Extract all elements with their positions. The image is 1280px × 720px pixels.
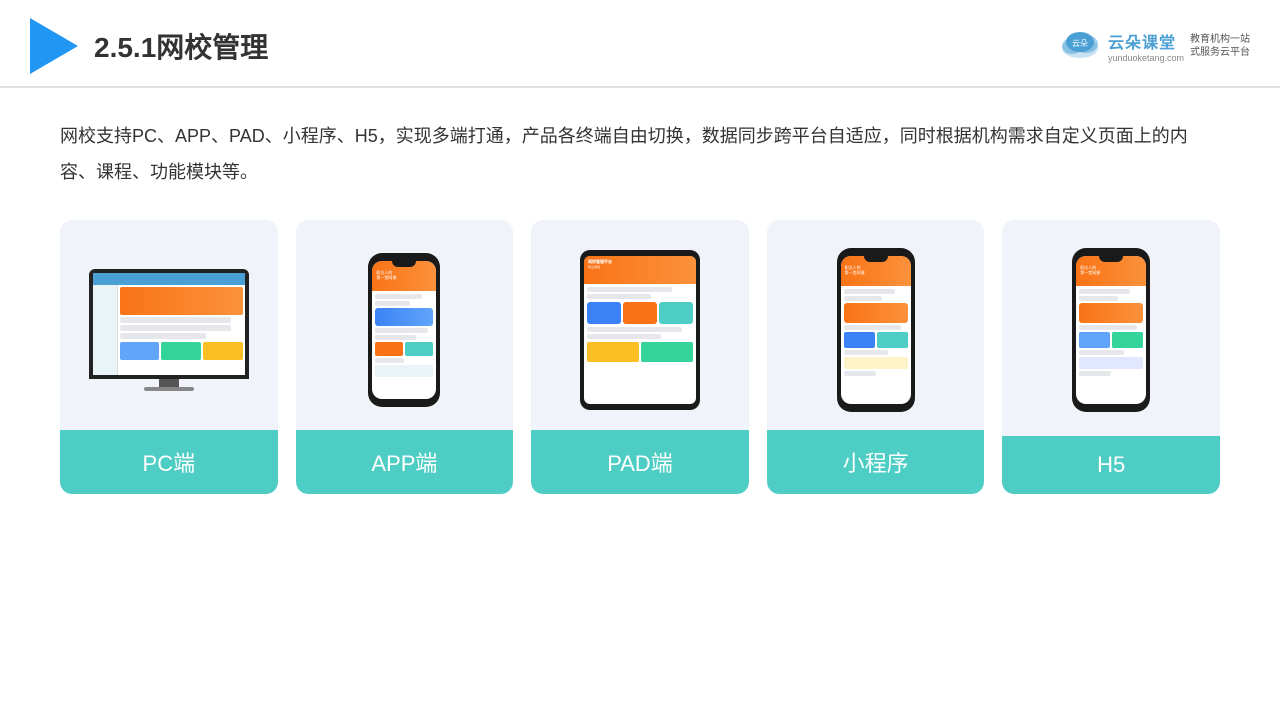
miniapp-phone-device: 职达人的第一堂网课 — [837, 248, 915, 412]
card-app: 职达人的第一堂网课 — [296, 220, 514, 494]
h5-screen-text: 职达人的第一堂网课 — [1080, 266, 1100, 276]
card-h5: 职达人的第一堂网课 — [1002, 220, 1220, 494]
main-content: 网校支持PC、APP、PAD、小程序、H5，实现多端打通，产品各终端自由切换，数… — [0, 88, 1280, 514]
tablet-screen-top: 网校管理平台 精品课程 — [584, 256, 696, 284]
h5-phone-content — [1076, 286, 1146, 381]
card-label-pc: PC端 — [60, 430, 278, 494]
h5-phone-screen: 职达人的第一堂网课 — [1076, 256, 1146, 404]
tablet-screen: 网校管理平台 精品课程 — [584, 256, 696, 404]
pc-screen-outer — [89, 269, 249, 379]
pc-content-area — [93, 285, 245, 375]
card-pad: 网校管理平台 精品课程 — [531, 220, 749, 494]
pad-device-container: 网校管理平台 精品课程 — [541, 240, 739, 420]
header-right: 云朵 云朵课堂 yunduoketang.com 教育机构一站式服务云平台 — [1058, 28, 1250, 64]
brand-name: 云朵课堂 — [1108, 29, 1176, 53]
app-phone-device: 职达人的第一堂网课 — [368, 253, 440, 407]
pc-top-bar — [93, 273, 245, 285]
pc-row-1 — [120, 317, 231, 323]
cards-row: PC端 职达人的第一堂网课 — [60, 220, 1220, 494]
pc-main-content — [118, 285, 245, 375]
tablet-device: 网校管理平台 精品课程 — [580, 250, 700, 410]
app-phone-content — [372, 291, 436, 380]
card-label-h5: H5 — [1002, 436, 1220, 494]
miniapp-phone-notch — [864, 256, 888, 262]
miniapp-device-container: 职达人的第一堂网课 — [777, 240, 975, 420]
miniapp-phone-content — [841, 286, 911, 381]
logo-icon — [30, 18, 78, 74]
page-title: 2.5.1网校管理 — [94, 26, 268, 66]
h5-phone-device: 职达人的第一堂网课 — [1072, 248, 1150, 412]
card-label-app: APP端 — [296, 430, 514, 494]
pc-row-3 — [120, 333, 206, 339]
tablet-grid — [587, 302, 693, 324]
tablet-content — [584, 284, 696, 365]
app-device-container: 职达人的第一堂网课 — [306, 240, 504, 420]
description-text: 网校支持PC、APP、PAD、小程序、H5，实现多端打通，产品各终端自由切换，数… — [60, 118, 1220, 190]
svg-text:云朵: 云朵 — [1072, 39, 1088, 48]
brand-text: 云朵课堂 yunduoketang.com — [1108, 29, 1184, 63]
pc-screen-content — [93, 273, 245, 375]
pc-row-2 — [120, 325, 231, 331]
header-left: 2.5.1网校管理 — [30, 18, 268, 74]
brand-logo: 云朵 云朵课堂 yunduoketang.com 教育机构一站式服务云平台 — [1058, 28, 1250, 64]
card-miniapp: 职达人的第一堂网课 — [767, 220, 985, 494]
brand-url: yunduoketang.com — [1108, 53, 1184, 63]
app-phone-screen: 职达人的第一堂网课 — [372, 261, 436, 399]
pc-neck — [159, 379, 179, 387]
pc-device-container — [70, 240, 268, 420]
card-pc: PC端 — [60, 220, 278, 494]
card-label-miniapp: 小程序 — [767, 430, 985, 494]
miniapp-phone-screen: 职达人的第一堂网课 — [841, 256, 911, 404]
pc-device — [89, 269, 249, 391]
miniapp-screen-text: 职达人的第一堂网课 — [845, 266, 865, 276]
h5-phone-notch — [1099, 256, 1123, 262]
brand-slogan: 教育机构一站式服务云平台 — [1190, 33, 1250, 59]
cloud-logo-icon: 云朵 — [1058, 28, 1102, 64]
pc-stand — [144, 387, 194, 391]
card-label-pad: PAD端 — [531, 430, 749, 494]
header: 2.5.1网校管理 云朵 云朵课堂 yunduoketang.com 教育机构一… — [0, 0, 1280, 88]
pc-banner — [120, 287, 243, 315]
h5-device-container: 职达人的第一堂网课 — [1012, 240, 1210, 420]
app-screen-text: 职达人的第一堂网课 — [376, 271, 396, 281]
app-phone-card — [375, 308, 433, 326]
pc-sidebar — [93, 285, 118, 375]
phone-notch — [392, 261, 416, 267]
